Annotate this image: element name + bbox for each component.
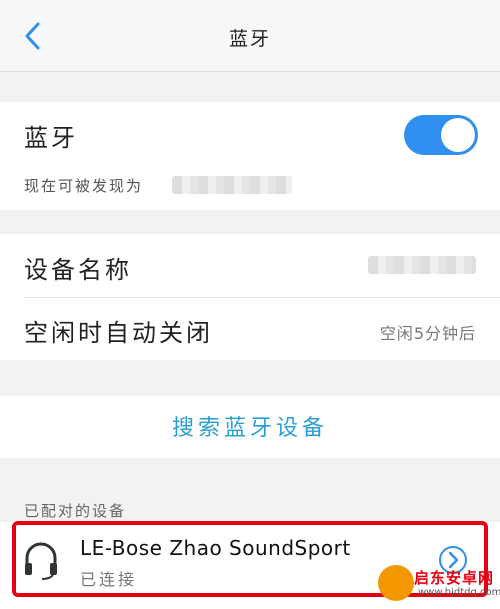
bluetooth-toggle[interactable]	[404, 115, 478, 155]
auto-off-label[interactable]: 空闲时自动关闭	[24, 313, 213, 348]
watermark-url: www.hjdtdq.com	[418, 587, 500, 598]
top-bar: 蓝牙	[0, 0, 500, 72]
blurred-device-name	[368, 256, 476, 274]
bluetooth-label: 蓝牙	[24, 124, 78, 152]
discoverable-label: 现在可被发现为	[24, 177, 144, 195]
row-divider	[24, 297, 500, 298]
watermark-logo: 启东安卓网 www.hjdtdq.com	[378, 565, 500, 605]
paired-section-label: 已配对的设备	[24, 502, 127, 520]
device-name-label[interactable]: 设备名称	[24, 250, 132, 285]
watermark-text: 启东安卓网	[414, 569, 495, 587]
auto-off-value: 空闲5分钟后	[379, 324, 476, 343]
logo-badge-icon	[378, 565, 414, 601]
page-title: 蓝牙	[228, 28, 271, 50]
blurred-device-id	[172, 176, 292, 194]
search-bluetooth-button[interactable]: 搜索蓝牙设备	[0, 410, 500, 442]
toggle-knob	[441, 118, 475, 152]
